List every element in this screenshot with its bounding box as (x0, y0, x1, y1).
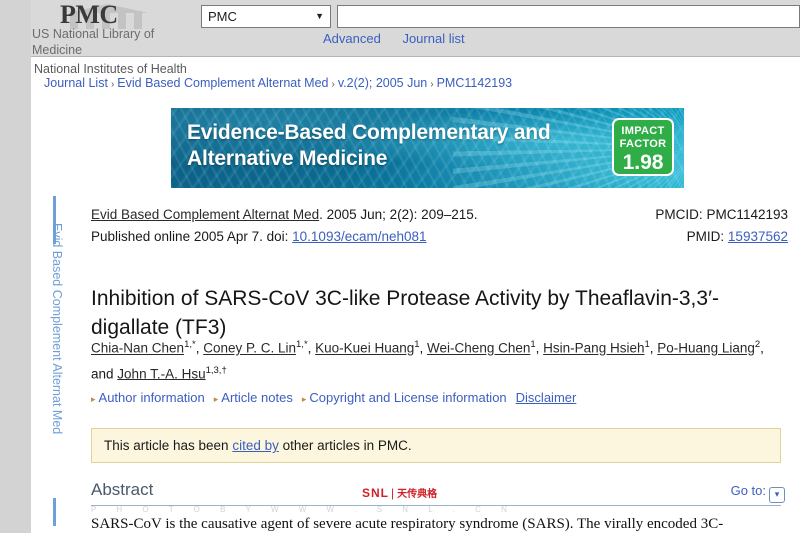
doi-link[interactable]: 10.1093/ecam/neh081 (292, 229, 426, 244)
published-online-label: Published online 2005 Apr 7. doi: (91, 229, 292, 244)
snl-logo-cn: 天传典格 (397, 489, 437, 500)
breadcrumb: Journal List›Evid Based Complement Alter… (44, 76, 512, 90)
impact-factor-value: 1.98 (614, 151, 672, 174)
rail-bar-bottom (53, 498, 56, 526)
abstract-heading: Abstract (91, 480, 153, 500)
author-separator: , (420, 341, 428, 356)
cited-by-link[interactable]: cited by (232, 438, 279, 453)
author-list: Chia-Nan Chen1,*, Coney P. C. Lin1,*, Ku… (91, 334, 791, 385)
journal-list-link[interactable]: Journal list (402, 31, 464, 46)
journal-banner[interactable]: Evidence-Based Complementary and Alterna… (171, 108, 684, 188)
cited-by-text-after: other articles in PMC. (279, 438, 412, 453)
goto-label: Go to: (731, 483, 766, 498)
faint-watermark-text: P H O T O B Y W W W . S N L . C N (91, 505, 781, 514)
author-affiliation-marker: 1,3,† (206, 365, 227, 376)
search-input[interactable] (337, 5, 800, 28)
breadcrumb-item-current: PMC1142193 (437, 76, 513, 90)
banner-title: Evidence-Based Complementary and Alterna… (187, 120, 587, 172)
database-select-value: PMC (208, 9, 237, 24)
nih-line: National Institutes of Health (34, 62, 187, 76)
author-link[interactable]: Po-Huang Liang (657, 341, 755, 356)
chevron-down-icon: ▼ (315, 6, 324, 27)
breadcrumb-separator-icon: › (332, 79, 335, 90)
cited-by-notice: This article has been cited by other art… (91, 428, 781, 463)
article-meta-links: ▸Author information▸Article notes▸Copyri… (91, 390, 585, 405)
snl-logo-divider: | (391, 486, 395, 500)
snl-logo-text: SNL (362, 486, 389, 500)
left-gray-rail (0, 0, 31, 533)
author-link[interactable]: Wei-Cheng Chen (427, 341, 530, 356)
author-affiliation-marker: 1,* (184, 339, 196, 350)
citation-journal-link[interactable]: Evid Based Complement Alternat Med (91, 207, 319, 222)
author-and: and (91, 366, 114, 381)
pmcid-value: PMC1142193 (706, 207, 788, 222)
impact-factor-label-1: IMPACT (614, 125, 672, 138)
citation-line-1: Evid Based Complement Alternat Med. 2005… (91, 204, 478, 226)
abstract-body-text: SARS-CoV is the causative agent of sever… (91, 514, 791, 533)
breadcrumb-separator-icon: › (430, 79, 433, 90)
advanced-search-link[interactable]: Advanced (323, 31, 381, 46)
impact-factor-badge: IMPACT FACTOR 1.98 (612, 118, 674, 176)
pmid-link[interactable]: 15937562 (728, 229, 788, 244)
citation-line-2: Published online 2005 Apr 7. doi: 10.109… (91, 226, 478, 248)
citation-block: Evid Based Complement Alternat Med. 2005… (91, 204, 478, 248)
impact-factor-label-2: FACTOR (614, 138, 672, 151)
disclaimer-link[interactable]: Disclaimer (516, 390, 577, 405)
chevron-down-icon[interactable]: ▾ (769, 487, 785, 503)
author-link[interactable]: Kuo-Kuei Huang (315, 341, 414, 356)
article-notes-link[interactable]: Article notes (221, 390, 293, 405)
cited-by-text-before: This article has been (104, 438, 232, 453)
breadcrumb-item-journal[interactable]: Evid Based Complement Alternat Med (117, 76, 328, 90)
site-header: PMC US National Library of Medicine PMC … (31, 0, 800, 57)
author-affiliation-marker: 1,* (296, 339, 308, 350)
triangle-right-icon: ▸ (91, 394, 96, 404)
pmid-row: PMID: 15937562 (655, 226, 788, 248)
pmcid-row: PMCID: PMC1142193 (655, 204, 788, 226)
pmc-article-page: PMC US National Library of Medicine PMC … (0, 0, 800, 533)
breadcrumb-separator-icon: › (111, 79, 114, 90)
goto-control[interactable]: Go to:▾ (731, 483, 785, 503)
author-information-link[interactable]: Author information (99, 390, 205, 405)
author-link[interactable]: John T.-A. Hsu (117, 366, 205, 381)
database-select[interactable]: PMC ▼ (201, 5, 331, 28)
triangle-right-icon: ▸ (302, 394, 307, 404)
pmid-label: PMID: (687, 229, 728, 244)
snl-watermark-logo: SNL|天传典格 (362, 485, 437, 500)
identifier-block: PMCID: PMC1142193 PMID: 15937562 (655, 204, 788, 248)
author-conjunction: , (760, 341, 764, 356)
header-links: Advanced Journal list (323, 31, 483, 46)
author-link[interactable]: Coney P. C. Lin (203, 341, 296, 356)
copyright-license-link[interactable]: Copyright and License information (309, 390, 506, 405)
journal-vertical-label: Evid Based Complement Alternat Med (50, 223, 64, 423)
author-link[interactable]: Hsin-Pang Hsieh (543, 341, 644, 356)
triangle-right-icon: ▸ (214, 394, 219, 404)
breadcrumb-item-issue[interactable]: v.2(2); 2005 Jun (338, 76, 427, 90)
banner-title-line-2: Alternative Medicine (187, 146, 587, 172)
nlm-line-1: US National Library of (32, 27, 154, 41)
author-link[interactable]: Chia-Nan Chen (91, 341, 184, 356)
breadcrumb-item-journal-list[interactable]: Journal List (44, 76, 108, 90)
journal-side-rail: Evid Based Complement Alternat Med (44, 196, 66, 526)
pmcid-label: PMCID: (655, 207, 706, 222)
banner-title-line-1: Evidence-Based Complementary and (187, 120, 587, 146)
citation-issue: . 2005 Jun; 2(2): 209–215. (319, 207, 477, 222)
pmc-logo-text: PMC (60, 1, 180, 29)
nlm-line-2: Medicine (32, 43, 82, 57)
